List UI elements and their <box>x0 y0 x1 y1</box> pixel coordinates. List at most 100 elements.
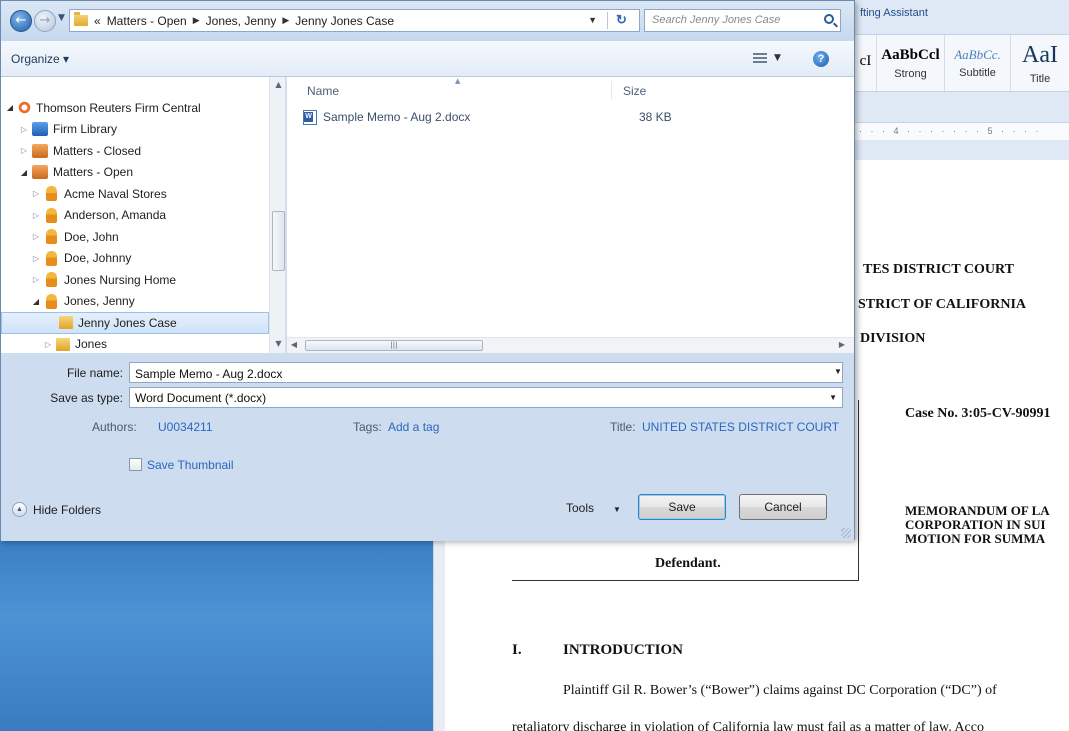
search-icon[interactable] <box>824 14 834 24</box>
tree-item-jones[interactable]: ▷ Jones <box>1 334 269 354</box>
style-name: Subtitle <box>959 67 996 79</box>
resize-grip-icon[interactable] <box>841 528 851 538</box>
scroll-up-arrow-icon[interactable]: ▲ <box>270 80 285 89</box>
tree-item-firm-library[interactable]: ▷ Firm Library <box>1 119 269 141</box>
style-tile-partial[interactable]: cI <box>855 35 877 91</box>
organize-menu-button[interactable]: Organize ▾ <box>11 52 69 66</box>
refresh-icon[interactable]: ↻ <box>607 12 635 29</box>
column-header-name[interactable]: Name <box>307 84 339 98</box>
word-navigation-pane <box>0 540 433 731</box>
scrollbar-thumb[interactable]: ||| <box>305 340 483 351</box>
scroll-right-arrow-icon[interactable]: ▶ <box>835 340 849 349</box>
breadcrumb-jenny-jones-case[interactable]: Jenny Jones Case <box>295 14 394 28</box>
expand-arrow-icon[interactable]: ▷ <box>31 275 41 284</box>
scroll-down-arrow-icon[interactable]: ▼ <box>270 339 285 348</box>
expand-arrow-icon[interactable]: ▷ <box>31 211 41 220</box>
ribbon-tab-drafting-assistant[interactable]: fting Assistant <box>860 7 928 19</box>
tree-item-label: Doe, Johnny <box>64 251 132 266</box>
view-dropdown-icon[interactable]: ▼ <box>774 53 781 63</box>
help-icon[interactable]: ? <box>813 51 829 67</box>
tools-dropdown-icon[interactable]: ▼ <box>613 505 621 514</box>
save-button[interactable]: Save <box>638 494 726 520</box>
breadcrumb-overflow[interactable]: « <box>94 14 101 28</box>
recent-locations-dropdown-icon[interactable]: ▼ <box>58 13 65 23</box>
title-label: Title: <box>610 420 636 434</box>
scrollbar-thumb[interactable] <box>272 211 285 271</box>
breadcrumb-matters-open[interactable]: Matters - Open <box>107 14 187 28</box>
file-name-input[interactable] <box>129 362 843 383</box>
title-value[interactable]: UNITED STATES DISTRICT COURT <box>642 420 839 434</box>
tree-item-doe-john[interactable]: ▷ Doe, John <box>1 226 269 248</box>
expand-arrow-icon[interactable]: ▷ <box>43 340 53 349</box>
tree-item-label: Jones, Jenny <box>64 294 135 309</box>
tree-item-matters-open[interactable]: ◢ Matters - Open <box>1 162 269 184</box>
file-row[interactable]: Sample Memo - Aug 2.docx 38 KB <box>303 107 703 127</box>
address-dropdown-icon[interactable]: ▼ <box>588 15 597 25</box>
chevron-down-icon[interactable]: ▼ <box>829 393 837 402</box>
tree-item-jenny-jones-case[interactable]: Jenny Jones Case <box>1 312 269 334</box>
tree-item-label: Jones <box>75 337 108 352</box>
tree-item-thomson-reuters[interactable]: ◢ Thomson Reuters Firm Central <box>1 97 269 119</box>
column-divider[interactable] <box>611 81 612 99</box>
tree-item-label: Anderson, Amanda <box>64 208 167 223</box>
tree-item-acme-naval-stores[interactable]: ▷ Acme Naval Stores <box>1 183 269 205</box>
authors-value[interactable]: U0034211 <box>158 420 213 434</box>
word-pane-edge <box>433 540 445 731</box>
forward-arrow-icon[interactable]: → <box>34 10 56 32</box>
column-header-size[interactable]: Size <box>623 84 646 98</box>
tree-item-matters-closed[interactable]: ▷ Matters - Closed <box>1 140 269 162</box>
collapse-arrow-icon[interactable]: ◢ <box>19 168 29 177</box>
expand-arrow-icon[interactable]: ▷ <box>31 189 41 198</box>
tree-item-jones-jenny[interactable]: ◢ Jones, Jenny <box>1 291 269 313</box>
collapse-arrow-icon[interactable]: ◢ <box>5 103 15 112</box>
chevron-up-icon: ▲ <box>12 502 27 517</box>
breadcrumb-separator-icon[interactable]: ▶ <box>282 15 289 26</box>
expand-arrow-icon[interactable]: ▷ <box>19 146 29 155</box>
breadcrumb-jones-jenny[interactable]: Jones, Jenny <box>206 14 277 28</box>
expand-arrow-icon[interactable]: ▷ <box>19 125 29 134</box>
tree-item-doe-johnny[interactable]: ▷ Doe, Johnny <box>1 248 269 270</box>
tags-value[interactable]: Add a tag <box>388 420 439 434</box>
court-heading-line1: TES DISTRICT COURT <box>863 262 1014 277</box>
scroll-left-arrow-icon[interactable]: ◀ <box>287 340 301 349</box>
file-list-horizontal-scrollbar[interactable]: ◀ ||| ▶ <box>287 337 854 353</box>
cancel-button[interactable]: Cancel <box>739 494 827 520</box>
file-name-label: File name: <box>66 366 123 380</box>
navigation-scrollbar[interactable]: ▲ ▼ <box>269 77 285 353</box>
folder-tree: ◢ Thomson Reuters Firm Central ▷ Firm Li… <box>1 97 269 353</box>
case-number: Case No. 3:05-CV-90991 <box>905 406 1051 421</box>
back-arrow-icon[interactable]: ← <box>10 10 32 32</box>
search-input[interactable]: Search Jenny Jones Case <box>644 9 841 32</box>
tools-menu-button[interactable]: Tools <box>566 501 594 515</box>
styles-gallery: cI AaBbCcl Strong AaBbCc. Subtitle AaI T… <box>855 34 1069 92</box>
save-as-type-value: Word Document (*.docx) <box>135 391 267 405</box>
style-tile-subtitle[interactable]: AaBbCc. Subtitle <box>945 35 1011 91</box>
tree-item-label: Doe, John <box>64 229 119 244</box>
collapse-arrow-icon[interactable]: ◢ <box>31 297 41 306</box>
save-thumbnail-checkbox[interactable] <box>129 458 142 471</box>
court-heading-line3: DIVISION <box>860 331 926 346</box>
authors-label: Authors: <box>92 420 137 434</box>
body-paragraph-line1: Plaintiff Gil R. Bower’s (“Bower”) claim… <box>563 683 997 698</box>
horizontal-ruler: · · · 4 · · · · · · · 5 · · · · <box>855 122 1069 140</box>
address-breadcrumb[interactable]: « Matters - Open ▶ Jones, Jenny ▶ Jenny … <box>69 9 640 32</box>
expand-arrow-icon[interactable]: ▷ <box>31 232 41 241</box>
tags-label: Tags: <box>353 420 382 434</box>
style-tile-title[interactable]: AaI Title <box>1011 35 1069 91</box>
search-placeholder: Search Jenny Jones Case <box>652 14 781 26</box>
folder-icon <box>74 12 88 26</box>
folder-icon <box>59 316 73 330</box>
caption-divider-vertical <box>858 400 859 581</box>
save-thumbnail-label[interactable]: Save Thumbnail <box>147 458 234 472</box>
change-view-icon[interactable] <box>753 53 767 65</box>
file-name-dropdown-icon[interactable]: ▼ <box>834 367 842 376</box>
style-sample: cI <box>859 52 872 69</box>
style-tile-strong[interactable]: AaBbCcl Strong <box>877 35 945 91</box>
hide-folders-button[interactable]: ▲ Hide Folders <box>12 502 101 517</box>
save-as-type-select[interactable]: Word Document (*.docx) ▼ <box>129 387 843 408</box>
expand-arrow-icon[interactable]: ▷ <box>31 254 41 263</box>
breadcrumb-separator-icon[interactable]: ▶ <box>193 15 200 26</box>
tree-item-jones-nursing-home[interactable]: ▷ Jones Nursing Home <box>1 269 269 291</box>
tree-item-anderson-amanda[interactable]: ▷ Anderson, Amanda <box>1 205 269 227</box>
file-name: Sample Memo - Aug 2.docx <box>323 110 471 124</box>
